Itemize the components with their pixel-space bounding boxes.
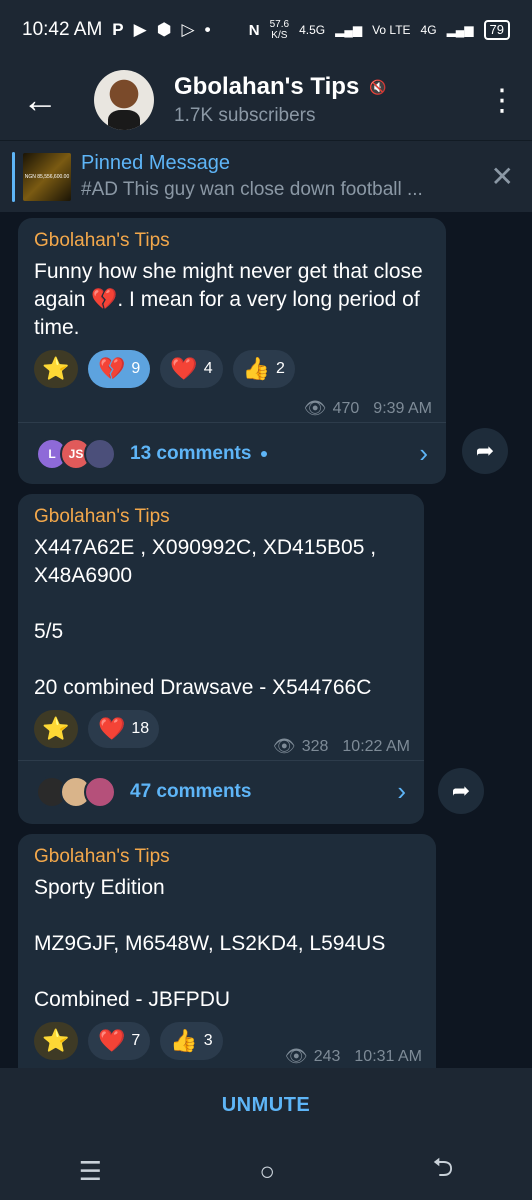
- signal-icon: ▂▄▆: [335, 23, 363, 37]
- unmute-button[interactable]: UNMUTE: [222, 1094, 311, 1117]
- star-icon: ⭐: [42, 1028, 70, 1053]
- reaction-count: 3: [203, 1032, 213, 1049]
- share-icon[interactable]: ➦: [438, 768, 484, 814]
- reactions-row: ⭐ 💔 9 ❤️ 4 👍 2: [34, 350, 430, 388]
- reaction-star[interactable]: ⭐: [34, 350, 78, 388]
- star-icon: ⭐: [42, 716, 70, 741]
- reaction-broken-heart[interactable]: 💔 9: [88, 350, 151, 388]
- message-bubble[interactable]: Gbolahan's Tips X447A62E , X090992C, XD4…: [18, 494, 424, 824]
- message-author: Gbolahan's Tips: [34, 846, 170, 867]
- message-meta: 👁 243 10:31 AM: [285, 1046, 422, 1067]
- system-nav-bar: ☰ ○ ⮌: [0, 1142, 532, 1200]
- recents-icon[interactable]: ☰: [79, 1156, 102, 1187]
- unread-dot: [261, 450, 268, 457]
- back-arrow-icon[interactable]: ←: [0, 60, 80, 140]
- speed-value: 57.6: [269, 19, 290, 30]
- commenter-avatar: [84, 437, 116, 470]
- close-icon[interactable]: ✕: [491, 160, 514, 193]
- reaction-count: 18: [131, 720, 150, 737]
- chevron-right-icon: ›: [397, 776, 406, 806]
- thumbs-up-icon: 👍: [242, 356, 271, 381]
- message-meta: 👁 328 10:22 AM: [273, 736, 410, 757]
- reaction-heart[interactable]: ❤️ 7: [88, 1022, 151, 1060]
- commenter-avatars: L JS: [36, 437, 116, 470]
- message-time: 9:39 AM: [373, 399, 432, 417]
- play-store-icon: ▶: [133, 20, 147, 39]
- pinned-preview: #AD This guy wan close down football ...: [81, 179, 423, 200]
- battery-icon: 79: [483, 20, 510, 40]
- home-icon[interactable]: ○: [259, 1156, 275, 1187]
- channel-title: Gbolahan's Tips: [174, 73, 360, 100]
- message-meta: 👁 470 9:39 AM: [304, 398, 432, 419]
- channel-title-area[interactable]: Gbolahan's Tips 🔇 1.7K subscribers: [174, 73, 387, 127]
- pinned-thumb-text: NGN 85,556,600.00: [24, 173, 70, 180]
- notification-dot-icon: •: [204, 20, 211, 39]
- message-time: 10:31 AM: [354, 1047, 422, 1065]
- views-icon: 👁: [272, 736, 296, 756]
- pinned-thumbnail: NGN 85,556,600.00: [23, 152, 71, 201]
- status-bar: 10:42 AM P ▶ ⬢ ▷ • N 57.6 K/S 4.5G ▂▄▆ V…: [0, 0, 532, 60]
- reaction-thumbs-up[interactable]: 👍 2: [232, 350, 295, 388]
- chevron-right-icon: ›: [419, 438, 428, 468]
- commenter-avatar: [84, 775, 116, 808]
- heart-icon: ❤️: [98, 1028, 126, 1053]
- comments-button[interactable]: L JS 13 comments ›: [18, 422, 446, 484]
- more-options-icon[interactable]: ⋮: [472, 60, 532, 140]
- muted-icon: 🔇: [369, 78, 387, 95]
- volte-label: Vo LTE: [372, 23, 411, 37]
- message-text: Sporty Edition MZ9GJF, M6548W, LS2KD4, L…: [34, 876, 386, 1011]
- broken-heart-icon: 💔: [98, 356, 126, 381]
- network-type: 4.5G: [299, 23, 326, 37]
- commenter-avatars: [36, 775, 116, 808]
- message-text: X447A62E , X090992C, XD415B05 , X48A6900…: [34, 536, 377, 699]
- unmute-bar: UNMUTE: [0, 1068, 532, 1142]
- pinned-message-bar[interactable]: NGN 85,556,600.00 Pinned Message #AD Thi…: [0, 140, 532, 212]
- heart-icon: ❤️: [98, 716, 126, 741]
- speed-unit: K/S: [271, 30, 288, 41]
- star-icon: ⭐: [42, 356, 70, 381]
- heart-icon: ❤️: [170, 356, 198, 381]
- share-icon[interactable]: ➦: [462, 428, 508, 474]
- view-count: 243: [313, 1047, 341, 1065]
- thumbs-up-icon: 👍: [170, 1028, 198, 1053]
- reaction-count: 7: [131, 1032, 141, 1049]
- comments-count: 47 comments: [130, 780, 252, 802]
- pinned-indicator: [12, 151, 15, 202]
- reaction-count: 9: [131, 360, 141, 377]
- nfc-icon: N: [248, 21, 260, 39]
- pinned-title: Pinned Message: [81, 152, 230, 174]
- reaction-heart[interactable]: ❤️ 4: [160, 350, 223, 388]
- network-type-2: 4G: [420, 23, 437, 37]
- network-speed: 57.6 K/S: [270, 19, 289, 41]
- message-bubble[interactable]: Gbolahan's Tips Funny how she might neve…: [18, 218, 446, 484]
- views-icon: 👁: [284, 1046, 308, 1066]
- reaction-star[interactable]: ⭐: [34, 710, 78, 748]
- reaction-heart[interactable]: ❤️ 18: [88, 710, 160, 748]
- subscriber-count: 1.7K subscribers: [174, 105, 316, 126]
- view-count: 470: [332, 399, 360, 417]
- reaction-star[interactable]: ⭐: [34, 1022, 78, 1060]
- chat-area[interactable]: Gbolahan's Tips Funny how she might neve…: [0, 212, 532, 1068]
- message-bubble[interactable]: Gbolahan's Tips Sporty Edition MZ9GJF, M…: [18, 834, 436, 1068]
- views-icon: 👁: [303, 398, 327, 418]
- status-time: 10:42 AM: [22, 19, 103, 40]
- media-icon: ▷: [181, 20, 195, 39]
- reaction-count: 2: [276, 360, 285, 377]
- message-text: Funny how she might never get that close…: [34, 260, 423, 339]
- android-icon: ⬢: [156, 20, 172, 39]
- message-time: 10:22 AM: [342, 737, 410, 755]
- comments-button[interactable]: 47 comments ›: [18, 760, 424, 822]
- comments-count: 13 comments: [130, 442, 252, 464]
- view-count: 328: [301, 737, 329, 755]
- app-p-icon: P: [112, 20, 124, 39]
- message-author: Gbolahan's Tips: [34, 506, 170, 527]
- channel-avatar[interactable]: [94, 70, 154, 130]
- back-icon[interactable]: ⮌: [432, 1149, 453, 1193]
- signal-icon-2: ▂▄▆: [446, 23, 474, 37]
- chat-header: ← Gbolahan's Tips 🔇 1.7K subscribers ⋮: [0, 60, 532, 140]
- reaction-thumbs-up[interactable]: 👍 3: [160, 1022, 223, 1060]
- reaction-count: 4: [203, 360, 213, 377]
- message-author: Gbolahan's Tips: [34, 230, 170, 251]
